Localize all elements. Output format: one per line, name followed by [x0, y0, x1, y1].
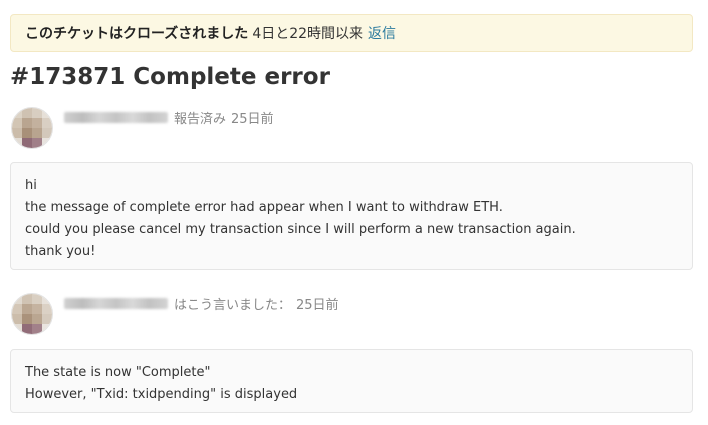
post-time: 25日前	[296, 298, 339, 313]
post-line: hi	[25, 178, 37, 193]
post-time: 25日前	[231, 112, 274, 127]
post-line: could you please cancel my transaction s…	[25, 222, 576, 237]
notice-time-since: 4日と22時間以来	[252, 26, 364, 42]
post-line: thank you!	[25, 244, 96, 259]
reply-link[interactable]: 返信	[368, 23, 396, 43]
post-action: はこう言いました：	[174, 298, 292, 313]
post-meta: はこう言いました： 25日前	[64, 294, 339, 313]
notice-status: このチケットはクローズされました	[25, 26, 249, 42]
author-name-redacted	[64, 112, 168, 123]
post-body: The state is now "Complete" However, "Tx…	[10, 349, 693, 413]
post-line: The state is now "Complete"	[25, 365, 211, 380]
author-name-redacted	[64, 298, 168, 309]
post-line: However, "Txid: txidpending" is displaye…	[25, 387, 298, 402]
ticket-closed-notice: このチケットはクローズされました 4日と22時間以来 返信	[10, 14, 693, 52]
post-meta: 報告済み 25日前	[64, 108, 274, 127]
post-body: hi the message of complete error had app…	[10, 162, 693, 270]
ticket-page: このチケットはクローズされました 4日と22時間以来 返信 #173871 Co…	[0, 0, 708, 425]
ticket-title: #173871 Complete error	[10, 64, 330, 90]
post-line: the message of complete error had appear…	[25, 200, 503, 215]
avatar	[11, 293, 53, 335]
avatar	[11, 107, 53, 149]
post-action: 報告済み	[174, 112, 227, 127]
